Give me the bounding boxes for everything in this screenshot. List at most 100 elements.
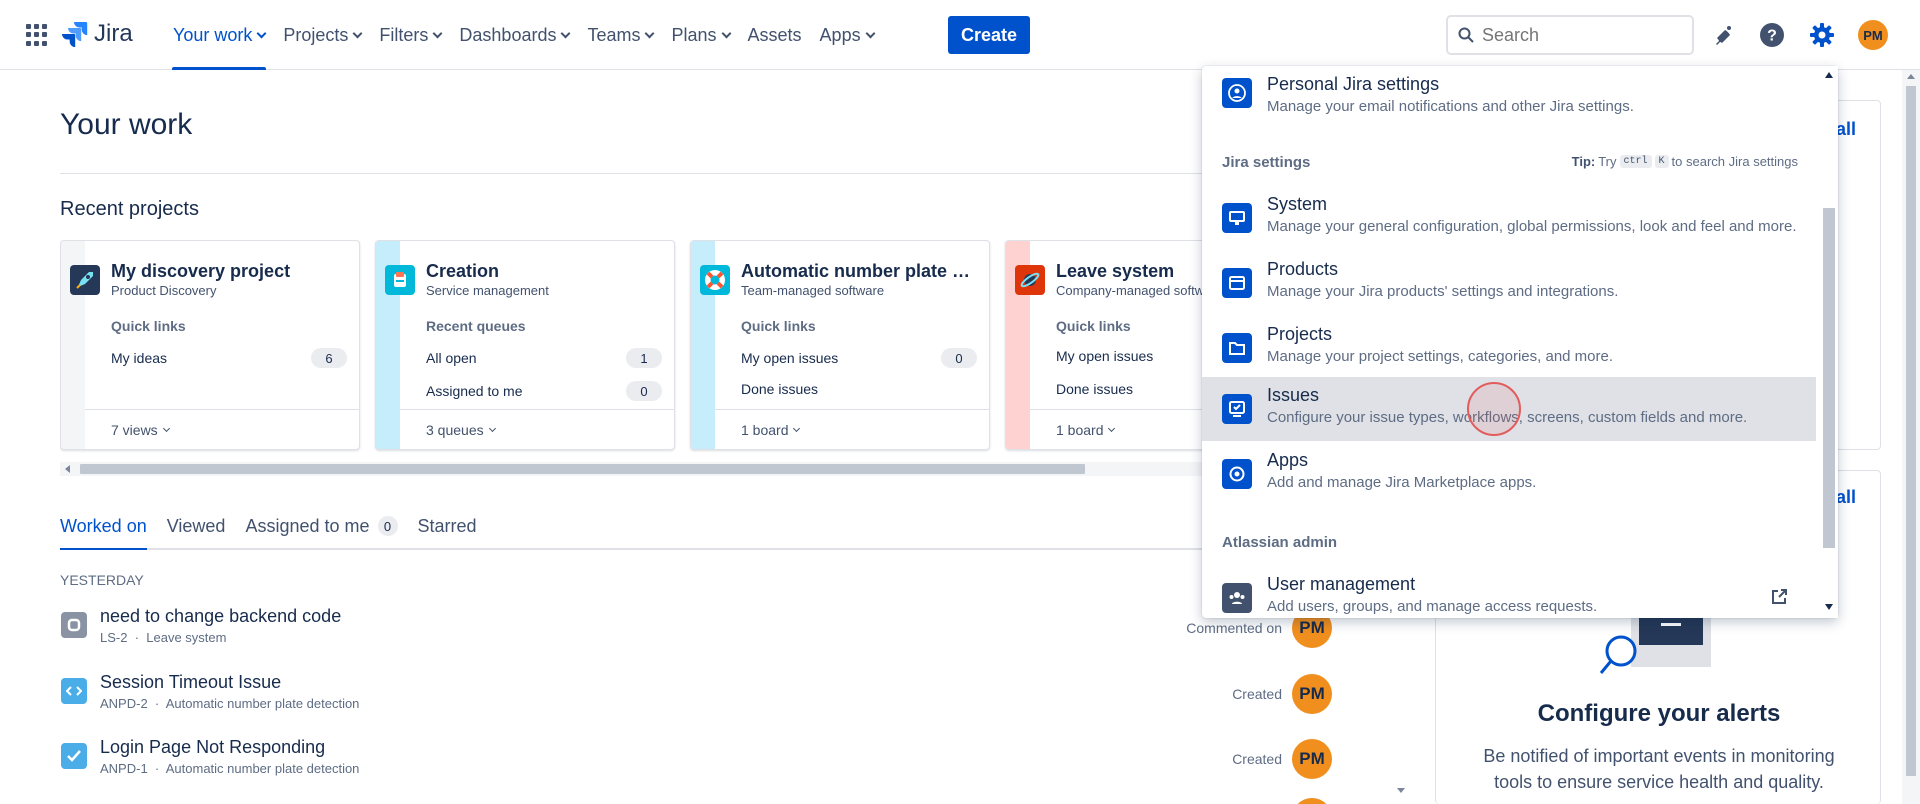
work-item-title[interactable]: Login Page Not Responding [100,737,325,758]
notifications-button[interactable] [1706,18,1740,52]
svg-text:?: ? [1767,28,1777,45]
nav-label: Assets [747,24,802,45]
page-title: Your work [60,108,193,141]
nav-label: Plans [671,24,717,45]
menu-item-personal-settings[interactable]: Personal Jira settings Manage your email… [1202,66,1816,130]
queue-link[interactable]: Assigned to me 0 [426,381,662,401]
avatar: PM [1292,674,1332,714]
profile-avatar[interactable]: PM [1858,20,1888,50]
quick-link[interactable]: My ideas 6 [111,348,347,368]
view-all-link[interactable]: all [1836,119,1856,140]
task-icon [61,743,87,769]
chevron-down-icon [865,28,876,38]
tab-worked-on[interactable]: Worked on [60,510,147,550]
nav-apps[interactable]: Apps [811,0,883,70]
avatar: PM [1292,739,1332,779]
issue-key: LS-2 [100,630,128,645]
project-card[interactable]: My discovery project Product Discovery Q… [60,240,360,450]
project-name[interactable]: My discovery project [111,261,351,282]
menu-item-description: Add users, groups, and manage access req… [1267,598,1598,615]
section-header-jira-settings: Jira settings [1222,154,1311,171]
nav-dashboards[interactable]: Dashboards [450,0,578,70]
link-count: 0 [941,348,977,368]
menu-item-title: Products [1267,259,1339,279]
menu-item-user-management[interactable]: User management Add users, groups, and m… [1202,566,1816,618]
recent-projects-title: Recent projects [60,198,199,220]
work-item-title[interactable]: Session Timeout Issue [100,672,281,693]
cards-horizontal-scrollbar[interactable] [60,462,1390,476]
app-switcher-icon[interactable] [26,24,48,46]
click-indicator [1467,382,1521,436]
recent-projects-cards: My discovery project Product Discovery Q… [60,240,1390,520]
create-button[interactable]: Create [948,16,1030,54]
tip-text: Try [1598,154,1617,169]
project-card[interactable]: Automatic number plate detection Team-ma… [690,240,990,450]
project-name: Automatic number plate detection [165,696,360,711]
tip-label: Tip: [1571,154,1596,169]
search-box[interactable] [1446,15,1694,55]
project-name[interactable]: Creation [426,261,666,282]
nav-filters[interactable]: Filters [370,0,450,70]
link-label: Done issues [1056,381,1134,397]
work-item-action: Created [1232,751,1282,767]
nav-assets[interactable]: Assets [739,0,811,70]
search-input[interactable] [1482,24,1672,46]
view-all-link[interactable]: all [1836,487,1856,508]
work-item-title[interactable]: need to change backend code [100,606,341,627]
scrollbar-thumb[interactable] [80,464,1085,474]
menu-item-apps[interactable]: Apps Add and manage Jira Marketplace app… [1202,442,1816,506]
scroll-down-arrow-icon[interactable] [1397,788,1405,793]
project-name[interactable]: Automatic number plate detection [741,261,981,282]
menu-item-products[interactable]: Products Manage your Jira products' sett… [1202,251,1816,315]
alerts-title: Configure your alerts [1537,700,1781,727]
help-button[interactable]: ? [1755,18,1789,52]
quick-link[interactable]: My open issues 0 [741,348,977,368]
tip-suffix: to search Jira settings [1671,154,1798,169]
users-icon [1222,583,1252,613]
jira-logo[interactable]: Jira [62,20,133,48]
scroll-down-arrow-icon[interactable] [1825,604,1833,610]
tab-viewed[interactable]: Viewed [167,510,226,548]
work-item[interactable]: need to change backend code LS-2 · Leave… [60,604,1370,660]
nav-label: Dashboards [459,24,557,45]
work-item-partial[interactable] [60,798,1370,804]
nav-label: Your work [173,24,253,45]
work-item[interactable]: Session Timeout Issue ANPD-2 · Automatic… [60,670,1370,726]
scrollbar-thumb[interactable] [1906,86,1916,776]
folder-icon [1222,333,1252,363]
card-footer-dropdown[interactable]: 1 board [715,409,989,449]
menu-item-system[interactable]: System Manage your general configuration… [1202,186,1816,250]
project-name: Leave system [146,630,227,645]
link-label: My open issues [1056,348,1154,364]
nav-your-work[interactable]: Your work [164,0,274,70]
alerts-description: Be notified of important events in monit… [1483,746,1835,792]
chevron-down-icon [793,424,801,432]
tab-starred[interactable]: Starred [418,510,477,548]
scroll-left-arrow-icon[interactable] [65,465,70,473]
person-icon [1222,78,1252,108]
page-vertical-scrollbar[interactable] [1902,70,1920,804]
card-footer-dropdown[interactable]: 3 queues [400,409,674,449]
kbd-ctrl: ctrl [1619,155,1652,168]
tab-label: Worked on [60,516,147,536]
nav-projects[interactable]: Projects [274,0,370,70]
menu-item-description: Add and manage Jira Marketplace apps. [1267,474,1537,491]
menu-item-projects[interactable]: Projects Manage your project settings, c… [1202,316,1816,380]
nav-plans[interactable]: Plans [662,0,738,70]
queue-link[interactable]: All open 1 [426,348,662,368]
scroll-up-arrow-icon[interactable] [1907,74,1915,79]
work-item[interactable]: Login Page Not Responding ANPD-1 · Autom… [60,735,1370,791]
settings-button[interactable] [1805,18,1839,52]
section-header-atlassian-admin: Atlassian admin [1222,534,1338,551]
project-card[interactable]: Creation Service management Recent queue… [375,240,675,450]
scrollbar-thumb[interactable] [1823,208,1835,548]
scroll-up-arrow-icon[interactable] [1825,72,1833,78]
dropdown-scrollbar[interactable] [1818,66,1838,618]
work-item-action: Commented on [1186,620,1282,636]
card-footer-dropdown[interactable]: 7 views [85,409,359,449]
tab-assigned-to-me[interactable]: Assigned to me 0 [245,510,398,548]
work-tabs: Worked on Viewed Assigned to me 0 Starred [60,510,1390,550]
nav-teams[interactable]: Teams [578,0,662,70]
quick-link[interactable]: Done issues [741,381,977,397]
chevron-down-icon [645,28,655,38]
